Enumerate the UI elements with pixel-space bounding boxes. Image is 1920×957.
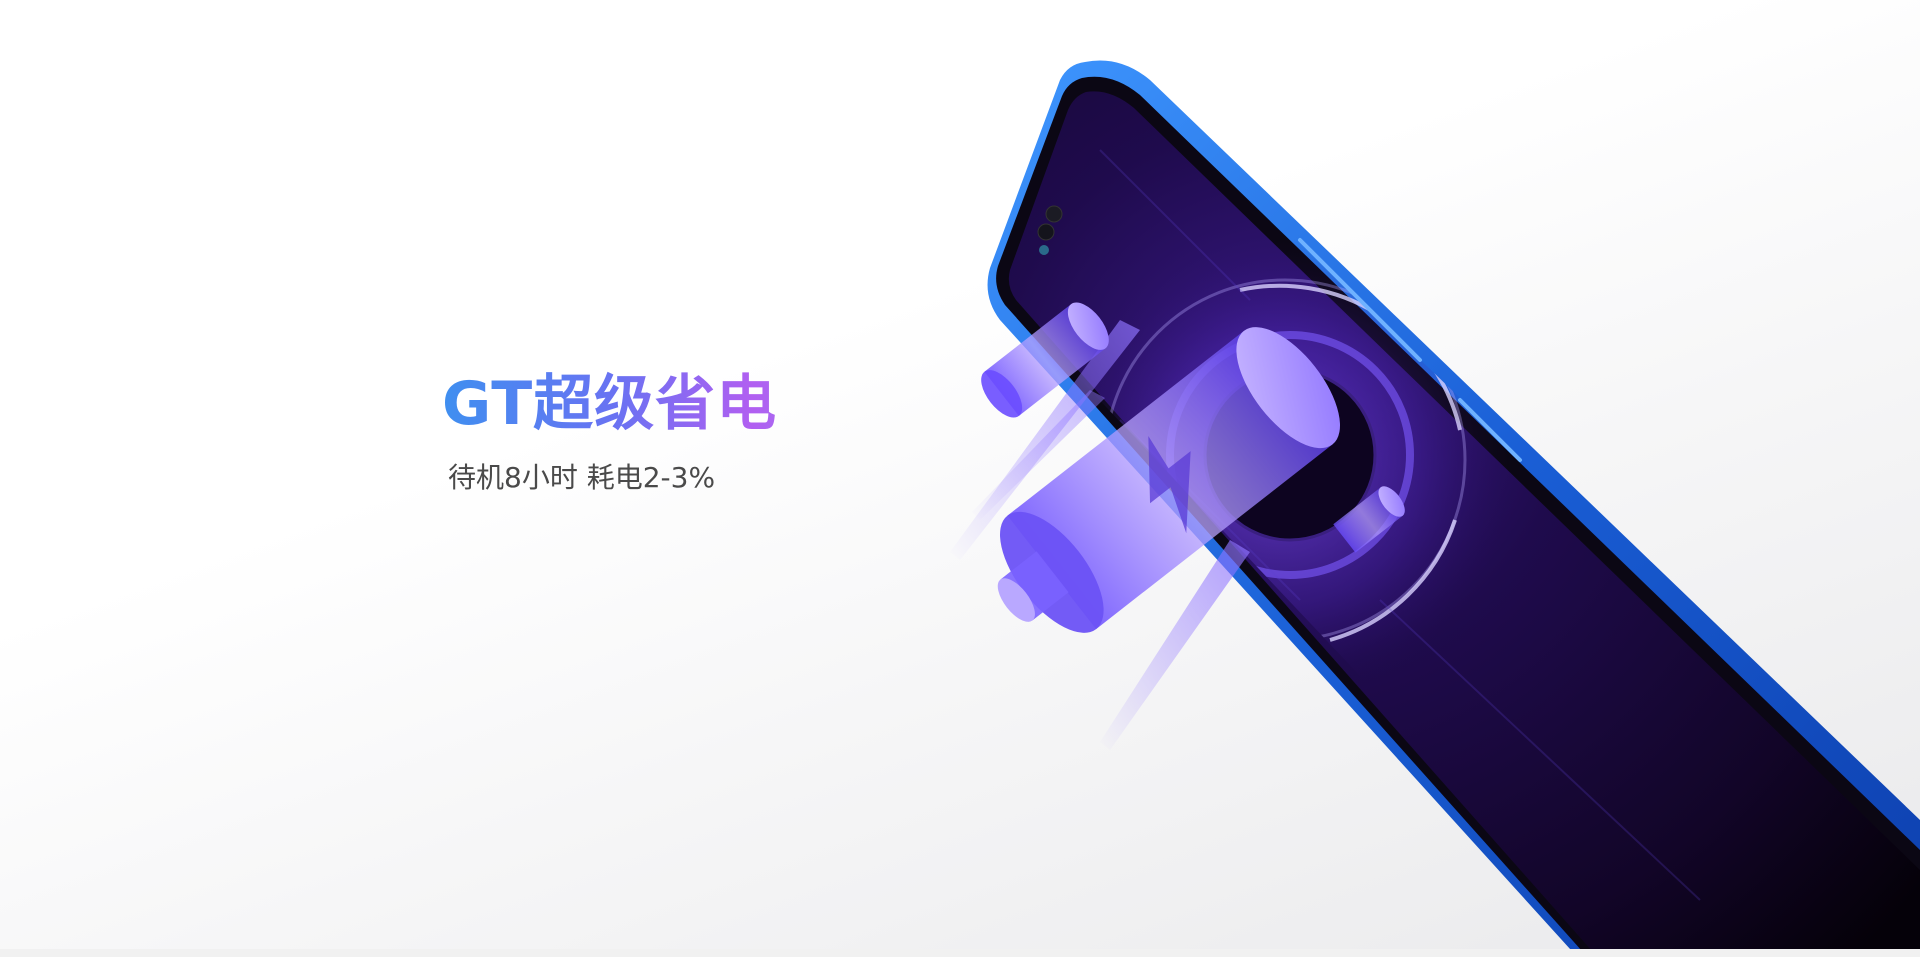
phone-illustration xyxy=(950,60,1920,957)
feature-copy: GT超级省电 待机8小时 耗电2-3% xyxy=(442,366,942,496)
feature-banner: GT超级省电 待机8小时 耗电2-3% xyxy=(0,0,1920,957)
bottom-divider xyxy=(0,949,1920,957)
feature-headline: GT超级省电 xyxy=(442,366,942,442)
feature-subline: 待机8小时 耗电2-3% xyxy=(448,461,716,494)
